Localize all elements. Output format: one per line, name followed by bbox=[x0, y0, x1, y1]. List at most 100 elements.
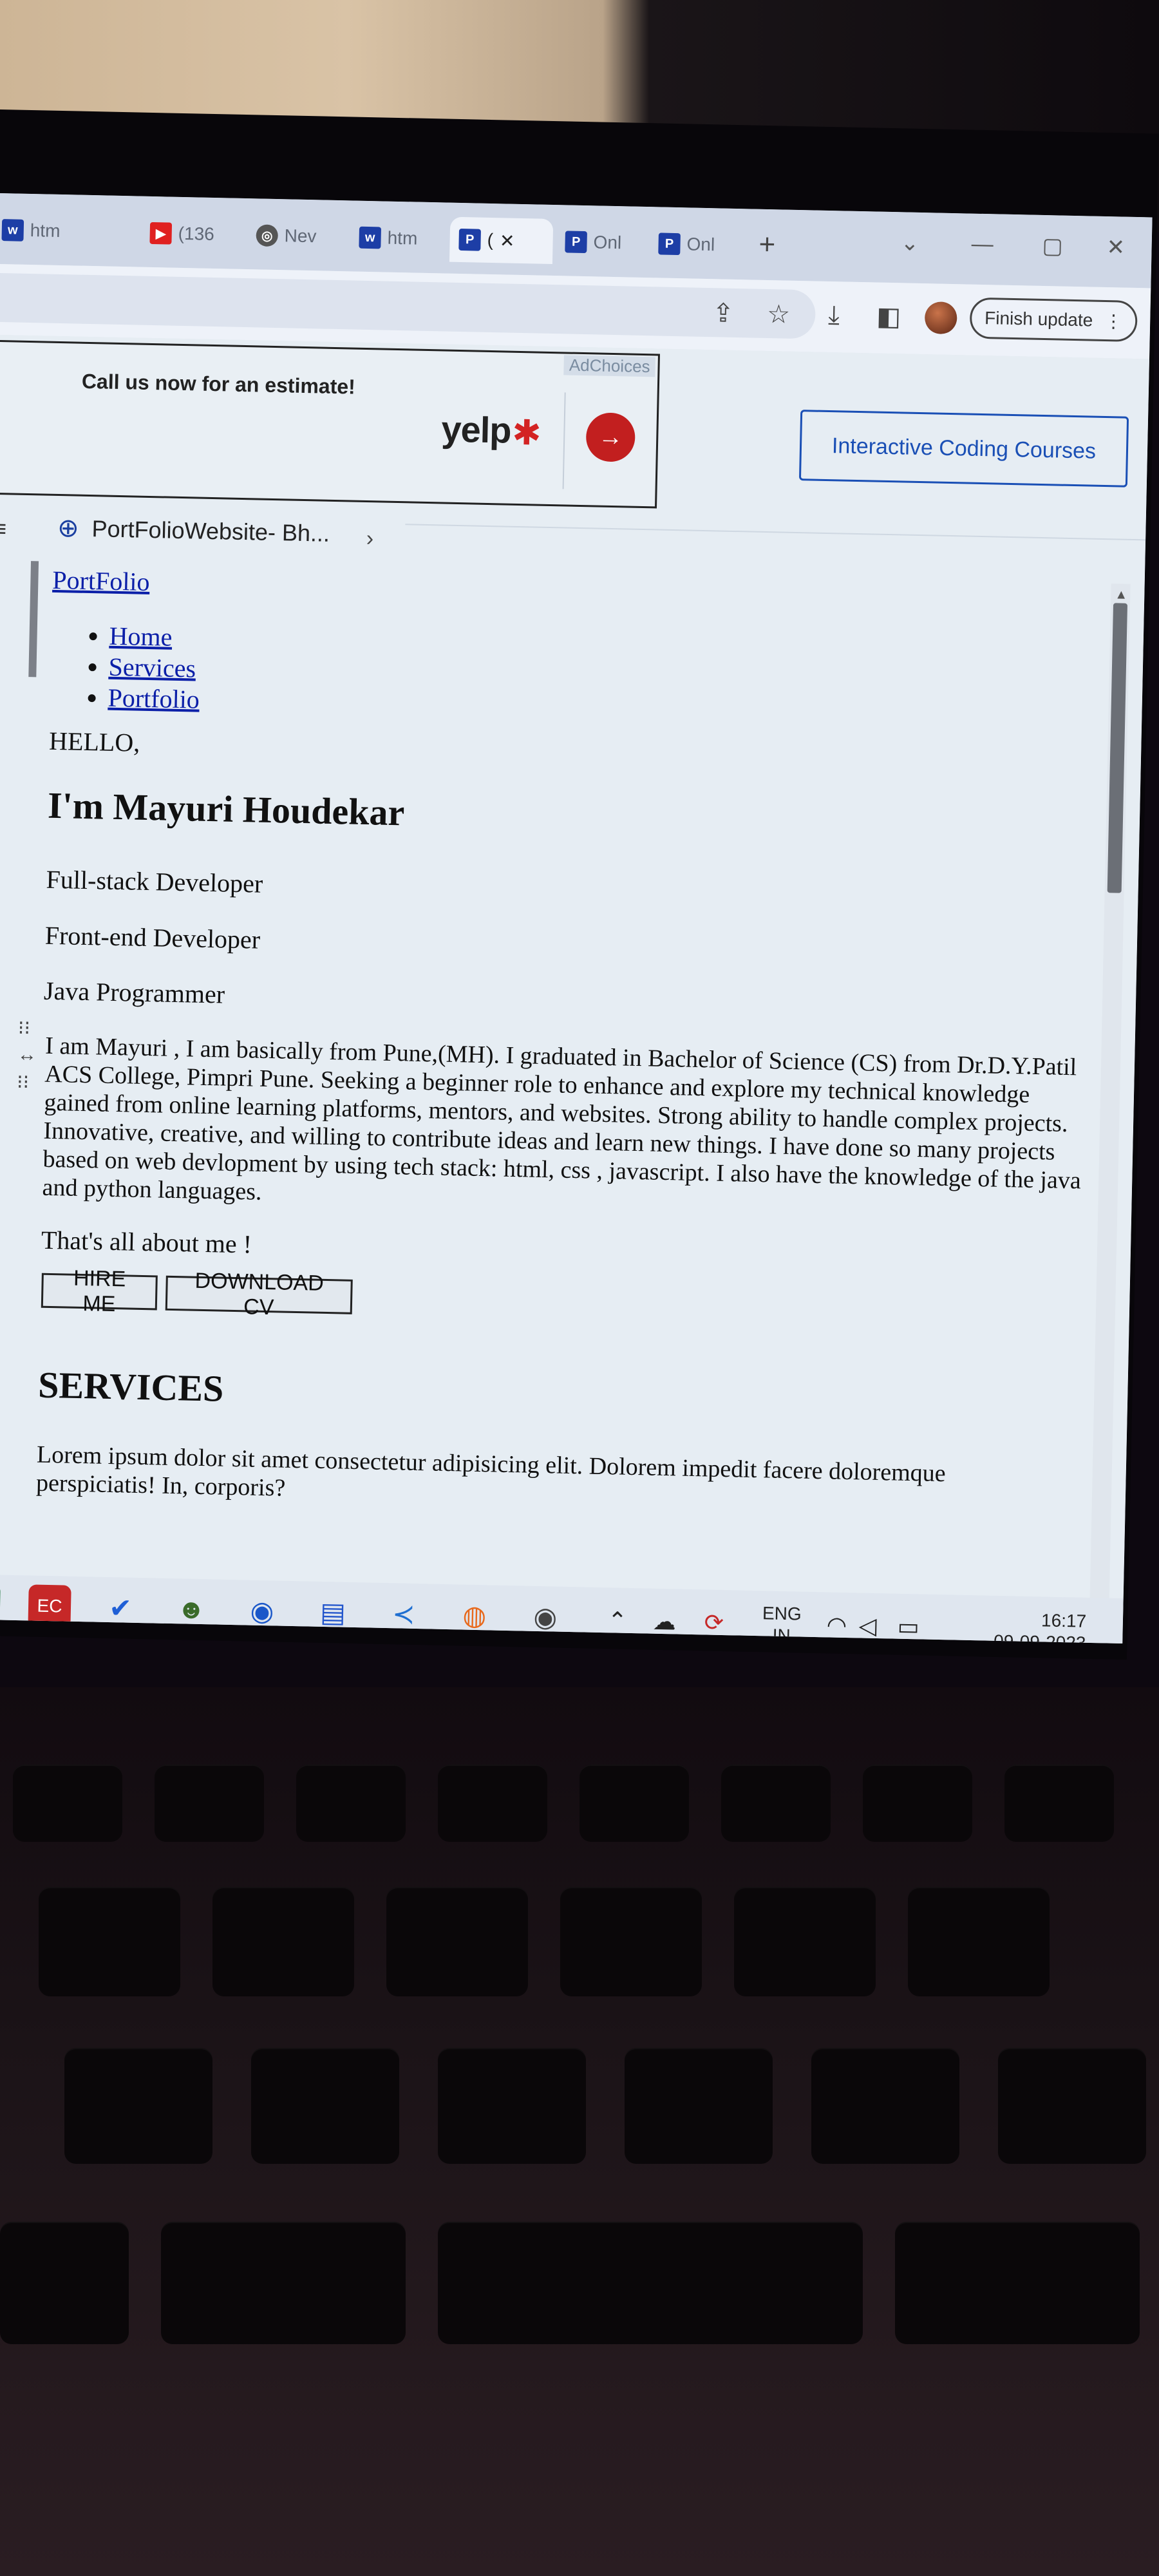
excel-icon[interactable]: X bbox=[0, 1583, 1, 1627]
yelp-logo: yelp bbox=[440, 408, 512, 451]
keyboard-key bbox=[13, 1765, 122, 1842]
nav-link-home[interactable]: Home bbox=[109, 621, 173, 652]
ad-choices-label[interactable]: AdChoices bbox=[563, 355, 655, 377]
tab-youtube[interactable]: ▶ (136 bbox=[140, 211, 250, 258]
tab-label: ( bbox=[487, 229, 494, 251]
keyboard-key bbox=[438, 1765, 547, 1842]
brand-link[interactable]: PortFolio bbox=[52, 565, 150, 597]
keyboard-key bbox=[908, 1887, 1050, 1996]
keyboard-key bbox=[64, 2048, 212, 2164]
chevron-right-icon[interactable]: › bbox=[366, 526, 374, 551]
nav-list: Home Services Portfolio bbox=[78, 620, 201, 715]
scroll-thumb[interactable] bbox=[1107, 603, 1128, 893]
keyboard-key bbox=[251, 2048, 399, 2164]
tab-htm-1[interactable]: w htm bbox=[0, 207, 109, 255]
tab-new[interactable]: ◎ Nev bbox=[247, 213, 344, 260]
ad-divider bbox=[562, 392, 566, 489]
interactive-coding-courses-button[interactable]: Interactive Coding Courses bbox=[798, 410, 1129, 488]
tab-online-2[interactable]: P Onl bbox=[649, 221, 746, 268]
w3schools-icon: w bbox=[359, 226, 382, 249]
menu-lines-icon[interactable]: ≡ bbox=[0, 515, 7, 542]
address-bar[interactable] bbox=[0, 272, 816, 339]
keyboard-key bbox=[438, 2222, 863, 2344]
resize-bar[interactable] bbox=[28, 561, 39, 677]
share-icon[interactable]: ⇪ bbox=[712, 298, 734, 328]
new-tab-plus-icon[interactable]: + bbox=[759, 229, 776, 261]
keyboard-key bbox=[1004, 1765, 1114, 1842]
services-heading: SERVICES bbox=[37, 1363, 224, 1410]
services-text: Lorem ipsum dolor sit amet consectetur a… bbox=[35, 1441, 947, 1502]
yelp-burst-icon: ✱ bbox=[511, 413, 542, 453]
download-cv-button[interactable]: DOWNLOAD CV bbox=[165, 1269, 353, 1320]
tab-search-chevron-icon[interactable]: ⌄ bbox=[900, 230, 919, 256]
bio-paragraph: I am Mayuri , I am basically from Pune,(… bbox=[42, 1032, 1082, 1206]
keyboard-key bbox=[998, 2048, 1146, 2164]
w3schools-icon: w bbox=[1, 219, 24, 242]
minimize-icon[interactable]: — bbox=[971, 232, 994, 258]
finish-update-label: Finish update bbox=[984, 308, 1093, 330]
keyboard-key bbox=[386, 1887, 528, 1996]
nav-item-services: Services bbox=[108, 652, 200, 685]
download-icon[interactable]: ⤓ bbox=[828, 301, 840, 330]
ad-arrow-button[interactable]: → bbox=[585, 412, 636, 462]
drag-dots-icon[interactable]: ⁝⁝ bbox=[17, 1017, 31, 1039]
nav-item-home: Home bbox=[109, 621, 201, 654]
scroll-up-icon[interactable]: ▲ bbox=[1115, 587, 1127, 602]
side-panel-icon[interactable]: ◧ bbox=[876, 302, 901, 332]
laptop-keyboard bbox=[0, 1687, 1159, 2576]
onedrive-cloud-icon[interactable]: ☁ bbox=[652, 1608, 676, 1636]
keyboard-key bbox=[721, 1765, 831, 1842]
tab-online-1[interactable]: P Onl bbox=[556, 219, 646, 266]
star-icon[interactable]: ☆ bbox=[767, 299, 791, 330]
maximize-icon[interactable]: ▢ bbox=[1042, 233, 1063, 260]
keyboard-key bbox=[895, 2222, 1140, 2344]
ad-banner[interactable]: AdChoices Call us now for an estimate! y… bbox=[0, 339, 660, 509]
tab-active[interactable]: P ( ✕ bbox=[449, 216, 554, 264]
youtube-icon: ▶ bbox=[149, 222, 173, 245]
close-window-icon[interactable]: ✕ bbox=[1106, 234, 1125, 261]
thats-all-text: That's all about me ! bbox=[41, 1225, 252, 1259]
keyboard-key bbox=[580, 1765, 689, 1842]
nav-item-portfolio: Portfolio bbox=[108, 683, 200, 715]
keyboard-key bbox=[212, 1887, 354, 1996]
keyboard-key bbox=[296, 1765, 406, 1842]
nav-link-services[interactable]: Services bbox=[108, 652, 196, 683]
keyboard-key bbox=[734, 1887, 876, 1996]
keyboard-key bbox=[39, 1887, 180, 1996]
close-tab-icon[interactable]: ✕ bbox=[500, 230, 515, 251]
keyboard-key bbox=[560, 1887, 702, 1996]
keyboard-key bbox=[625, 2048, 773, 2164]
panel-title[interactable]: ⊕ PortFolioWebsite- Bh... bbox=[57, 513, 330, 549]
globe-icon: ⊕ bbox=[57, 513, 80, 543]
wifi-icon[interactable]: ◠ bbox=[826, 1611, 847, 1639]
keyboard-key bbox=[863, 1765, 972, 1842]
avatar[interactable] bbox=[924, 301, 957, 335]
sync-icon[interactable]: ⟳ bbox=[704, 1609, 724, 1636]
hello-text: HELLO, bbox=[48, 726, 140, 757]
clock-time: 16:17 bbox=[1041, 1610, 1087, 1631]
more-vert-icon: ⋮ bbox=[1104, 310, 1123, 332]
hire-me-button[interactable]: HIRE ME bbox=[41, 1266, 158, 1316]
arrow-right-icon: → bbox=[598, 423, 623, 451]
role-text: Front-end Developer bbox=[44, 920, 261, 954]
battery-icon[interactable]: ▭ bbox=[897, 1613, 919, 1641]
tab-label: htm bbox=[387, 227, 418, 249]
paypal-icon: P bbox=[565, 231, 587, 254]
panel-divider bbox=[405, 524, 1146, 541]
chevron-up-icon[interactable]: ⌃ bbox=[607, 1607, 627, 1634]
browser-content: AdChoices Call us now for an estimate! y… bbox=[0, 334, 1150, 1622]
tab-htm-2[interactable]: w htm bbox=[350, 214, 447, 261]
finish-update-button[interactable]: Finish update ⋮ bbox=[969, 297, 1138, 343]
keyboard-key bbox=[155, 1765, 264, 1842]
tab-label: Onl bbox=[686, 234, 715, 255]
clock[interactable]: 16:17 09-09-2023 bbox=[994, 1609, 1087, 1643]
keyboard-key bbox=[811, 2048, 959, 2164]
nav-link-portfolio[interactable]: Portfolio bbox=[108, 683, 200, 714]
panel-title-text: PortFolioWebsite- Bh... bbox=[91, 515, 330, 547]
drag-dots-icon[interactable]: ⁝⁝ bbox=[17, 1071, 30, 1094]
tab-label: Nev bbox=[284, 225, 317, 247]
keyboard-key bbox=[161, 2222, 406, 2344]
keyboard-key bbox=[0, 2222, 129, 2344]
volume-icon[interactable]: ◁ bbox=[858, 1612, 877, 1640]
page-title: I'm Mayuri Houdekar bbox=[47, 784, 405, 834]
